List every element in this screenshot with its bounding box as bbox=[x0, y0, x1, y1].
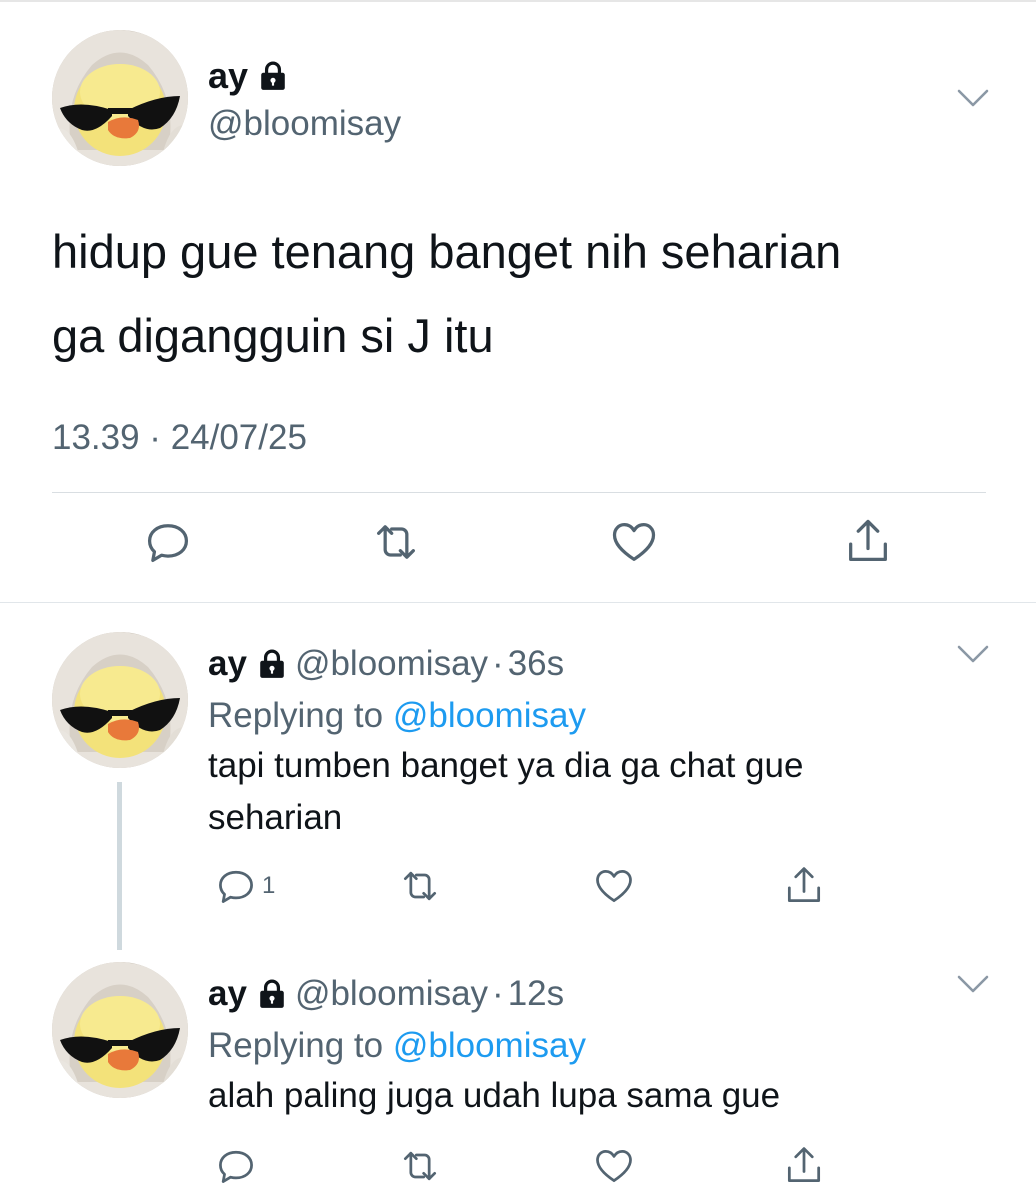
share-icon bbox=[842, 516, 894, 568]
like-button[interactable] bbox=[608, 516, 668, 576]
reply-icon bbox=[214, 1144, 258, 1188]
share-button[interactable] bbox=[782, 864, 826, 908]
heart-icon bbox=[608, 516, 660, 568]
reply-count: 1 bbox=[262, 872, 276, 899]
avatar[interactable] bbox=[52, 632, 188, 768]
tweet-text: alah paling juga udah lupa sama gue bbox=[208, 1070, 780, 1122]
replying-to: Replying to @bloomisay bbox=[208, 694, 586, 738]
tweet-actions: 1 bbox=[0, 864, 1036, 912]
reply-header: ay @bloomisay · 12s bbox=[208, 972, 564, 1016]
reply-header: ay @bloomisay · 36s bbox=[208, 642, 564, 686]
tweet-text-line: ga digangguin si J itu bbox=[52, 309, 494, 362]
tweet-actions bbox=[0, 516, 1036, 580]
replying-to-label: Replying to bbox=[208, 696, 384, 735]
reply-button[interactable] bbox=[142, 516, 202, 576]
username[interactable]: @bloomisay bbox=[295, 972, 488, 1016]
retweet-icon bbox=[398, 1144, 442, 1188]
display-name[interactable]: ay bbox=[208, 54, 286, 98]
display-name[interactable]: ay bbox=[208, 972, 247, 1016]
reply-icon bbox=[214, 864, 258, 908]
tweet-text-line: alah paling juga udah lupa sama gue bbox=[208, 1076, 781, 1115]
separator: · bbox=[492, 644, 504, 683]
heart-icon bbox=[592, 864, 636, 908]
like-button[interactable] bbox=[592, 864, 636, 908]
like-button[interactable] bbox=[592, 1144, 636, 1188]
reply-button[interactable] bbox=[214, 1144, 258, 1188]
relative-time[interactable]: 12s bbox=[508, 972, 564, 1016]
top-divider bbox=[0, 0, 1036, 2]
tweet-text-line: seharian bbox=[208, 798, 343, 837]
retweet-icon bbox=[370, 516, 422, 568]
chevron-down-icon[interactable] bbox=[956, 86, 990, 110]
retweet-button[interactable] bbox=[370, 516, 430, 576]
display-name-text[interactable]: ay bbox=[208, 54, 248, 98]
retweet-button[interactable] bbox=[398, 864, 442, 908]
lock-icon bbox=[260, 61, 286, 91]
mention-link[interactable]: @bloomisay bbox=[393, 696, 586, 735]
share-button[interactable] bbox=[842, 516, 902, 576]
replying-to: Replying to @bloomisay bbox=[208, 1024, 586, 1068]
share-icon bbox=[782, 864, 826, 908]
lock-icon bbox=[259, 979, 285, 1009]
tweet-timestamp[interactable]: 13.39 · 24/07/25 bbox=[52, 414, 307, 462]
tweet-text-line: hidup gue tenang banget nih seharian bbox=[52, 225, 842, 278]
separator: · bbox=[492, 974, 504, 1013]
retweet-button[interactable] bbox=[398, 1144, 442, 1188]
tweet-text: hidup gue tenang banget nih seharian ga … bbox=[52, 210, 1002, 378]
tweet-actions bbox=[0, 1144, 1036, 1192]
username[interactable]: @bloomisay bbox=[208, 102, 401, 146]
share-icon bbox=[782, 1144, 826, 1188]
divider bbox=[52, 492, 986, 493]
chevron-down-icon[interactable] bbox=[956, 972, 990, 996]
avatar[interactable] bbox=[52, 30, 188, 166]
username[interactable]: @bloomisay bbox=[295, 642, 488, 686]
lock-icon bbox=[259, 649, 285, 679]
retweet-icon bbox=[398, 864, 442, 908]
mention-link[interactable]: @bloomisay bbox=[393, 1026, 586, 1065]
section-divider bbox=[0, 602, 1036, 603]
display-name[interactable]: ay bbox=[208, 642, 247, 686]
heart-icon bbox=[592, 1144, 636, 1188]
tweet-text-line: tapi tumben banget ya dia ga chat gue bbox=[208, 746, 804, 785]
share-button[interactable] bbox=[782, 1144, 826, 1188]
chevron-down-icon[interactable] bbox=[956, 642, 990, 666]
tweet-text: tapi tumben banget ya dia ga chat gue se… bbox=[208, 740, 803, 844]
reply-icon bbox=[142, 516, 194, 568]
avatar[interactable] bbox=[52, 962, 188, 1098]
relative-time[interactable]: 36s bbox=[508, 642, 564, 686]
reply-button[interactable]: 1 bbox=[214, 864, 275, 908]
replying-to-label: Replying to bbox=[208, 1026, 384, 1065]
